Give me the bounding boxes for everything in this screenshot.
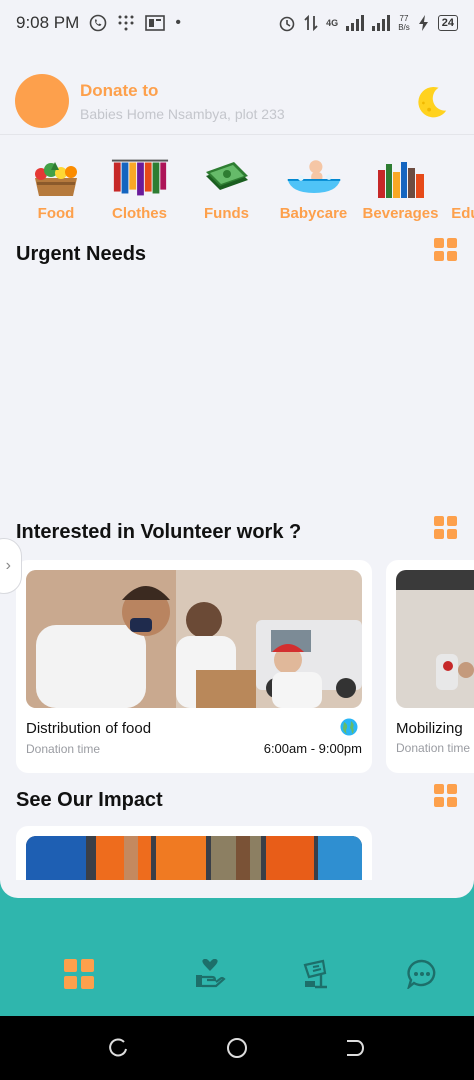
donation-place: Babies Home Nsambya, plot 233 (80, 105, 285, 122)
battery-level: 24 (437, 15, 458, 31)
drinks-icon (371, 155, 431, 201)
category-label: Babycare (279, 205, 348, 222)
content-edge (0, 880, 474, 898)
network-speed: 77 B/s (398, 14, 410, 32)
category-funds[interactable]: Funds (183, 155, 270, 222)
scroll-left-handle[interactable]: › (0, 538, 22, 594)
whatsapp-icon (90, 14, 107, 32)
category-clothes[interactable]: Clothes (96, 155, 183, 222)
money-stack-icon (197, 155, 257, 201)
globe-icon (340, 718, 358, 736)
urgent-needs-title: Urgent Needs (16, 243, 147, 265)
charging-icon (418, 15, 428, 31)
network-speed-unit: B/s (398, 23, 410, 32)
status-bar: 9:08 PM • 4G 77 B/s 24 (0, 0, 474, 46)
donation-target: Donate to Babies Home Nsambya, plot 233 (80, 81, 285, 122)
category-label: Funds (204, 205, 249, 222)
signal-icon-1 (346, 15, 365, 31)
volunteer-title: Interested in Volunteer work ? (16, 521, 302, 543)
nav-dashboard[interactable] (63, 958, 95, 990)
notification-dot-icon: • (175, 14, 181, 31)
volunteer-photo (396, 570, 474, 708)
nav-volunteer[interactable] (300, 958, 332, 990)
network-type-label: 4G (326, 18, 339, 28)
grid-view-icon[interactable] (434, 516, 457, 539)
volunteer-photo (26, 570, 362, 708)
header-divider (0, 134, 474, 135)
baby-bath-icon (284, 155, 344, 201)
category-babycare[interactable]: Babycare (270, 155, 357, 222)
category-label: Education (451, 205, 474, 222)
donate-hand-heart-icon (196, 959, 226, 988)
nav-donate[interactable] (194, 958, 226, 990)
system-navigation-bar (0, 1016, 474, 1080)
category-label: Beverages (362, 205, 439, 222)
nav-chat[interactable] (406, 958, 438, 990)
card-title: Distribution of food (26, 720, 152, 737)
network-speed-value: 77 (399, 14, 409, 23)
category-education[interactable]: Education (444, 155, 474, 222)
chevron-right-icon: › (5, 557, 11, 574)
back-icon[interactable] (343, 1037, 365, 1059)
dashboard-icon (64, 959, 94, 989)
recent-apps-icon[interactable] (107, 1037, 129, 1059)
news-icon (145, 15, 166, 31)
volunteer-sign-icon (303, 959, 327, 989)
card-time: 6:00am - 9:00pm (263, 741, 362, 756)
card-subtitle: Donation time (396, 741, 471, 755)
donate-to-label: Donate to (80, 80, 159, 100)
grid-view-icon[interactable] (434, 238, 457, 261)
category-beverages[interactable]: Beverages (357, 155, 444, 222)
volunteer-card[interactable]: Distribution of food Donation time 6:00a… (16, 560, 372, 773)
dialpad-icon (118, 15, 134, 31)
chat-icon (407, 959, 436, 989)
category-food[interactable]: Food (16, 155, 96, 222)
card-title: Mobilizing (396, 720, 463, 737)
grid-view-icon[interactable] (434, 784, 457, 807)
volunteer-card[interactable]: Mobilizing Donation time (386, 560, 474, 773)
food-basket-icon (26, 155, 86, 201)
home-icon[interactable] (226, 1037, 248, 1059)
avatar[interactable] (15, 74, 69, 128)
bottom-navigation (0, 880, 474, 1016)
moon-icon[interactable] (412, 84, 450, 122)
impact-title: See Our Impact (16, 789, 163, 811)
clothes-rack-icon (110, 155, 170, 201)
signal-icon-2 (372, 15, 391, 31)
education-icon (458, 155, 474, 201)
category-label: Clothes (111, 205, 167, 222)
status-time: 9:08 PM (16, 13, 80, 32)
alarm-icon (279, 16, 295, 32)
category-list: Food Clothes Funds Babycare Beverages Ed (0, 155, 474, 222)
app-screen: 9:08 PM • 4G 77 B/s 24 Donate to Babies … (0, 0, 474, 1016)
category-label: Food (37, 205, 75, 222)
card-subtitle: Donation time (26, 741, 101, 756)
data-transfer-icon (304, 14, 318, 32)
donation-header[interactable]: Donate to Babies Home Nsambya, plot 233 (15, 72, 474, 130)
